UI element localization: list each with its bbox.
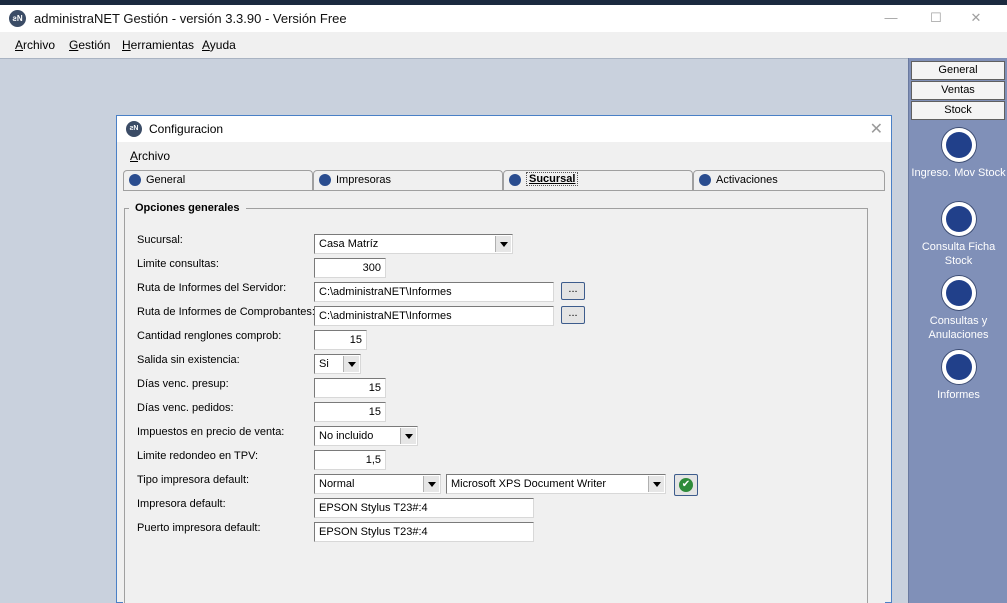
limite-consultas-label: Limite consultas: [137,258,219,270]
menu-gestion[interactable]: Gestión [69,38,110,52]
sidebar: General Ventas Stock Ingreso. Mov Stock … [908,58,1007,603]
ingreso-mov-stock-button[interactable]: Ingreso. Mov Stock [909,128,1007,180]
printer-value: Microsoft XPS Document Writer [451,478,607,490]
tab-activaciones-label: Activaciones [716,174,778,186]
sucursal-select[interactable]: Casa Matríz [314,234,513,254]
check-icon: ✔ [679,478,693,492]
informes-button[interactable]: Informes [909,350,1007,402]
menu-archivo[interactable]: Archivo [15,38,55,52]
building-icon [509,174,521,186]
menu-bar: Archivo Gestión Herramientas Ayuda [0,32,1007,58]
impuestos-select[interactable]: No incluido [314,426,418,446]
chevron-down-icon[interactable] [495,236,511,252]
printer-icon [319,174,331,186]
maximize-button[interactable]: ☐ [922,9,950,27]
dias-presup-label: Días venc. presup: [137,378,229,390]
sucursal-label: Sucursal: [137,234,183,246]
informes-label: Informes [937,389,980,401]
impresora-default-label: Impresora default: [137,498,226,510]
puerto-impresora-input[interactable]: EPSON Stylus T23#:4 [314,522,534,542]
menu-ayuda[interactable]: Ayuda [202,38,236,52]
app-titlebar: ƨN administraNET Gestión - versión 3.3.9… [0,5,1007,32]
sidebar-tab-ventas[interactable]: Ventas [911,81,1005,100]
tipo-impresora-label: Tipo impresora default: [137,474,250,486]
ingreso-mov-stock-label: Ingreso. Mov Stock [911,167,1006,179]
dias-pedidos-label: Días venc. pedidos: [137,402,234,414]
ruta-comprobantes-browse-button[interactable]: ... [561,306,585,324]
dialog-title: Configuracion [149,122,224,136]
redondeo-input[interactable]: 1,5 [314,450,386,470]
tab-impresoras-label: Impresoras [336,174,392,186]
tab-general-label: General [146,174,186,186]
tipo-impresora-select[interactable]: Normal [314,474,441,494]
impuestos-value: No incluido [319,430,374,442]
sucursal-value: Casa Matríz [319,238,379,250]
printer-select[interactable]: Microsoft XPS Document Writer [446,474,666,494]
checkbox-icon [699,174,711,186]
salida-sin-existencia-value: Si [319,358,329,370]
chevron-down-icon[interactable] [648,476,664,492]
magnifier-icon [941,276,976,310]
sidebar-tab-general[interactable]: General [911,61,1005,80]
consultas-anulaciones-button[interactable]: Consultas y Anulaciones [909,276,1007,342]
tab-sucursal-label: Sucursal [526,172,579,186]
configuracion-dialog: ƨN Configuracion ✕ Archivo General Impre… [116,115,892,603]
dialog-logo-icon: ƨN [126,121,142,137]
dias-pedidos-input[interactable]: 15 [314,402,386,422]
impuestos-label: Impuestos en precio de venta: [137,426,285,438]
app-logo-icon: ƨN [9,10,26,27]
ruta-servidor-browse-button[interactable]: ... [561,282,585,300]
ruta-servidor-input[interactable]: C:\administraNET\Informes [314,282,554,302]
dialog-menu-archivo[interactable]: Archivo [130,149,170,163]
tab-impresoras[interactable]: Impresoras [313,170,503,190]
chevron-down-icon[interactable] [343,356,359,372]
redondeo-label: Limite redondeo en TPV: [137,450,259,462]
dialog-titlebar: ƨN Configuracion ✕ [117,116,891,142]
document-icon [941,128,976,162]
opciones-generales-group [124,208,868,603]
tab-general[interactable]: General [123,170,313,190]
cantidad-renglones-label: Cantidad renglones comprob: [137,330,282,342]
confirm-printer-button[interactable]: ✔ [674,474,698,496]
chevron-down-icon[interactable] [423,476,439,492]
magnifier-icon [941,202,976,236]
dias-presup-input[interactable]: 15 [314,378,386,398]
puerto-impresora-label: Puerto impresora default: [137,522,261,534]
limite-consultas-input[interactable]: 300 [314,258,386,278]
chevron-down-icon[interactable] [400,428,416,444]
consultas-anulaciones-label: Consultas y Anulaciones [928,315,989,341]
group-title: Opciones generales [129,202,246,214]
pencil-icon [129,174,141,186]
minimize-button[interactable]: — [877,9,905,27]
sidebar-tab-stock[interactable]: Stock [911,101,1005,120]
menu-herramientas[interactable]: Herramientas [122,38,194,52]
consulta-ficha-stock-button[interactable]: Consulta Ficha Stock [909,202,1007,268]
consulta-ficha-stock-label: Consulta Ficha Stock [921,241,996,267]
dialog-close-icon[interactable]: ✕ [870,119,883,139]
close-button[interactable]: ✕ [962,9,990,27]
tab-sucursal[interactable]: Sucursal [503,170,693,190]
tipo-impresora-value: Normal [319,478,355,490]
cantidad-renglones-input[interactable]: 15 [314,330,367,350]
report-icon [941,350,976,384]
ruta-comprobantes-label: Ruta de Informes de Comprobantes: [137,306,315,318]
app-title: administraNET Gestión - versión 3.3.90 -… [34,11,347,26]
salida-sin-existencia-label: Salida sin existencia: [137,354,240,366]
ruta-servidor-label: Ruta de Informes del Servidor: [137,282,287,294]
impresora-default-input[interactable]: EPSON Stylus T23#:4 [314,498,534,518]
salida-sin-existencia-select[interactable]: Si [314,354,361,374]
tab-activaciones[interactable]: Activaciones [693,170,885,190]
ruta-comprobantes-input[interactable]: C:\administraNET\Informes [314,306,554,326]
